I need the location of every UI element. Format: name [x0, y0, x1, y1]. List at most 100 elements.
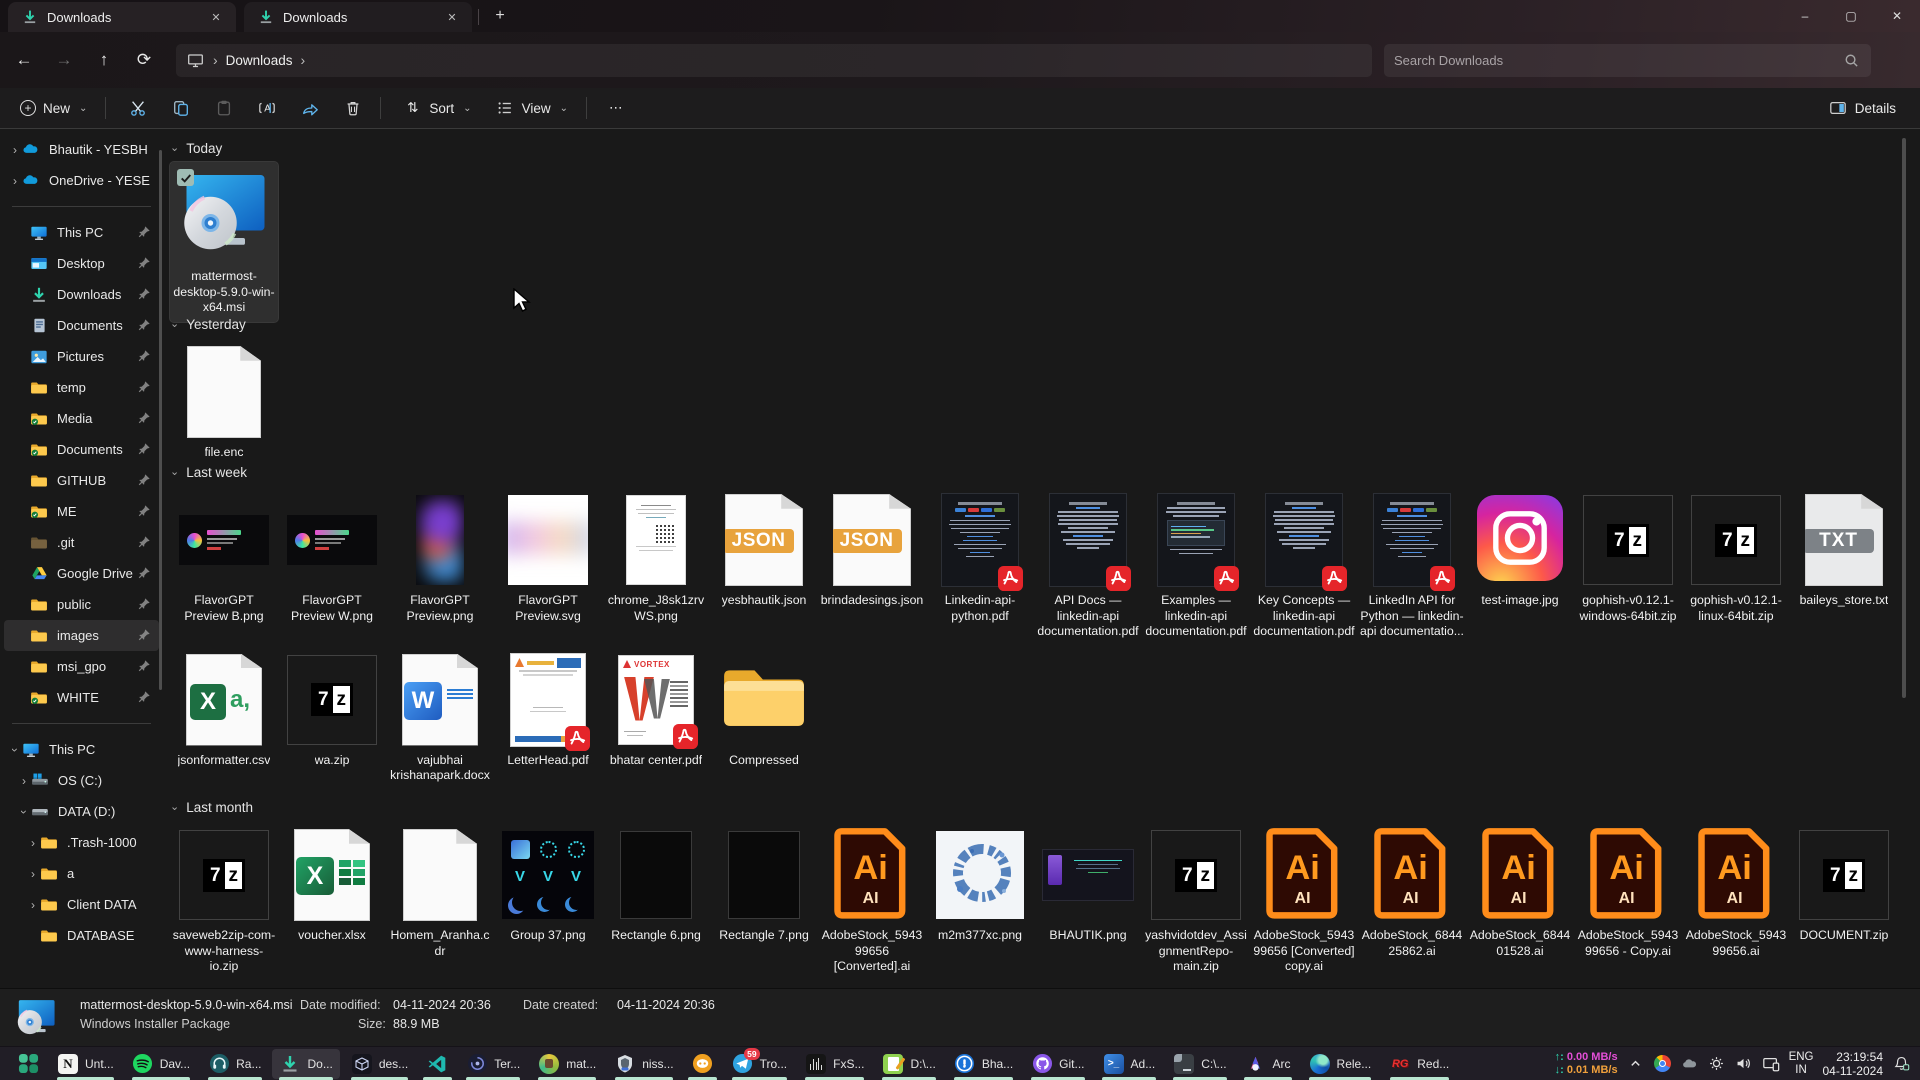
file-item[interactable]: X a,jsonformatter.csv	[170, 646, 278, 775]
file-item[interactable]: VORTEX bhatar center.pdf	[602, 646, 710, 775]
taskbar-app-onepassword[interactable]: Bha...	[947, 1049, 1020, 1079]
file-item[interactable]: 7zgophish-v0.12.1-windows-64bit.zip	[1574, 486, 1682, 630]
address-bar[interactable]: › Downloads ›	[176, 44, 1372, 77]
file-item[interactable]: W vajubhai krishanapark.docx	[386, 646, 494, 790]
file-item[interactable]: X voucher.xlsx	[278, 821, 386, 950]
taskbar-app-discord[interactable]	[685, 1049, 721, 1079]
file-item[interactable]: Key Concepts — linkedin-api documentatio…	[1250, 486, 1358, 646]
notification-bell-icon[interactable]	[1892, 1055, 1910, 1073]
clock[interactable]: 23:19:5404-11-2024	[1823, 1050, 1884, 1078]
file-item[interactable]: FlavorGPT Preview.png	[386, 486, 494, 630]
sidebar-item-google-drive[interactable]: Google Drive	[4, 558, 159, 589]
tab-downloads-1[interactable]: Downloads ✕	[8, 2, 236, 32]
close-button[interactable]: ✕	[1874, 0, 1920, 32]
tree-chevron-icon[interactable]: ›	[17, 805, 31, 819]
refresh-button[interactable]: ⟳	[126, 43, 162, 77]
search-input[interactable]	[1394, 53, 1842, 68]
taskbar-app-crest[interactable]: niss...	[607, 1049, 680, 1079]
file-item[interactable]: chrome_J8sk1zrvWS.png	[602, 486, 710, 630]
sidebar-item-os-c-[interactable]: ›OS (C:)	[4, 765, 159, 796]
file-item[interactable]: Linkedin-api-python.pdf	[926, 486, 1034, 630]
back-button[interactable]: ←	[6, 43, 42, 77]
breadcrumb[interactable]: Downloads	[226, 53, 293, 68]
phone-link-icon[interactable]	[1762, 1055, 1780, 1073]
file-item[interactable]: VVV Group 37.png	[494, 821, 602, 950]
file-item[interactable]: AiAIAdobeStock_594399656.ai	[1682, 821, 1790, 965]
taskbar-app-redgiant[interactable]: RGRed...	[1382, 1049, 1456, 1079]
taskbar-app-notepadpp[interactable]: D:\...	[875, 1049, 942, 1079]
taskbar-app-headset[interactable]: Ra...	[201, 1049, 268, 1079]
details-pane-button[interactable]: Details	[1819, 92, 1906, 124]
file-item[interactable]: Homem_Aranha.cdr	[386, 821, 494, 965]
tree-chevron-icon[interactable]: ›	[26, 898, 40, 912]
tab-downloads-2[interactable]: Downloads ✕	[244, 2, 472, 32]
file-item[interactable]: 7zwa.zip	[278, 646, 386, 775]
section-header[interactable]: ⌄Today	[170, 136, 1906, 160]
tab-close-icon[interactable]: ✕	[204, 6, 228, 28]
tree-chevron-icon[interactable]: ›	[8, 743, 22, 757]
sidebar-item--git[interactable]: .git	[4, 527, 159, 558]
up-button[interactable]: ↑	[86, 43, 122, 77]
sidebar-item-database[interactable]: DATABASE	[4, 920, 159, 951]
file-item[interactable]: Compressed	[710, 646, 818, 775]
taskbar-app-cube[interactable]: des...	[344, 1049, 415, 1079]
sidebar-item-documents[interactable]: Documents	[4, 434, 159, 465]
show-hidden-icons-chevron[interactable]	[1627, 1055, 1645, 1073]
search-box[interactable]	[1384, 44, 1871, 77]
new-tab-button[interactable]: +	[485, 3, 515, 29]
section-header[interactable]: ⌄Yesterday	[170, 312, 1906, 336]
taskbar-app-avatar[interactable]: mat...	[531, 1049, 603, 1079]
new-button[interactable]: + New⌄	[10, 92, 97, 124]
file-item[interactable]: JSONyesbhautik.json	[710, 486, 818, 615]
file-item[interactable]: Examples — linkedin-api documentation.pd…	[1142, 486, 1250, 646]
tree-chevron-icon[interactable]: ›	[17, 774, 31, 788]
file-item[interactable]: AiAIAdobeStock_684401528.ai	[1466, 821, 1574, 965]
taskbar-app-terminal-gray[interactable]: C:\...	[1166, 1049, 1233, 1079]
chrome-tray-icon[interactable]	[1654, 1055, 1672, 1073]
sidebar-item-media[interactable]: Media	[4, 403, 159, 434]
file-item[interactable]: file.enc	[170, 338, 278, 467]
maximize-button[interactable]: ▢	[1828, 0, 1874, 32]
taskbar-app-arc[interactable]: Arc	[1238, 1049, 1298, 1079]
sidebar-item-desktop[interactable]: Desktop	[4, 248, 159, 279]
start-button[interactable]	[10, 1049, 46, 1079]
brightness-icon[interactable]	[1708, 1055, 1726, 1073]
sidebar-item-client-data[interactable]: › Client DATA	[4, 889, 159, 920]
sidebar-item-this-pc[interactable]: This PC	[4, 217, 159, 248]
taskbar-app-downloads[interactable]: Do...	[272, 1049, 339, 1079]
delete-button[interactable]	[333, 92, 372, 124]
tree-chevron-icon[interactable]: ›	[26, 867, 40, 881]
file-item[interactable]: AiAIAdobeStock_684425862.ai	[1358, 821, 1466, 965]
sidebar-scrollbar[interactable]	[159, 150, 162, 690]
file-item[interactable]: FlavorGPT Preview B.png	[170, 486, 278, 630]
taskbar-app-edge[interactable]: Rele...	[1302, 1049, 1379, 1079]
file-item[interactable]: Rectangle 6.png	[602, 821, 710, 950]
taskbar-app-vscode[interactable]	[419, 1049, 455, 1079]
language-indicator[interactable]: ENGIN	[1789, 1051, 1814, 1077]
sidebar-item-github[interactable]: GITHUB	[4, 465, 159, 496]
file-item[interactable]: AiAIAdobeStock_594399656 - Copy.ai	[1574, 821, 1682, 965]
cut-button[interactable]	[118, 92, 157, 124]
tree-chevron-icon[interactable]: ›	[26, 836, 40, 850]
section-header[interactable]: ⌄Last week	[170, 460, 1906, 484]
sidebar-item-temp[interactable]: temp	[4, 372, 159, 403]
file-item[interactable]: m2m377xc.png	[926, 821, 1034, 950]
sidebar-item-white[interactable]: WHITE	[4, 682, 159, 713]
sidebar-item-me[interactable]: ME	[4, 496, 159, 527]
sidebar-item-msi-gpo[interactable]: msi_gpo	[4, 651, 159, 682]
section-header[interactable]: ⌄Last month	[170, 795, 1906, 819]
more-options-button[interactable]: ⋯	[599, 92, 633, 124]
file-item[interactable]: TXTbaileys_store.txt	[1790, 486, 1898, 615]
file-item[interactable]: API Docs — linkedin-api documentation.pd…	[1034, 486, 1142, 646]
taskbar-app-terminal-round[interactable]: Ter...	[459, 1049, 527, 1079]
taskbar-app-powershell[interactable]: >_Ad...	[1096, 1049, 1163, 1079]
file-item[interactable]: test-image.jpg	[1466, 486, 1574, 615]
file-item[interactable]: 7zsaveweb2zip-com-www-harness-io.zip	[170, 821, 278, 981]
sidebar-item-bhautik-yesbh[interactable]: ›Bhautik - YESBH	[4, 134, 159, 165]
sidebar-item-public[interactable]: public	[4, 589, 159, 620]
file-item[interactable]: 7zyashvidotdev_AssignmentRepo-main.zip	[1142, 821, 1250, 981]
file-item[interactable]: JSONbrindadesings.json	[818, 486, 926, 615]
taskbar-app-github[interactable]: Git...	[1024, 1049, 1091, 1079]
minimize-button[interactable]: –	[1782, 0, 1828, 32]
sidebar-item-a[interactable]: › a	[4, 858, 159, 889]
